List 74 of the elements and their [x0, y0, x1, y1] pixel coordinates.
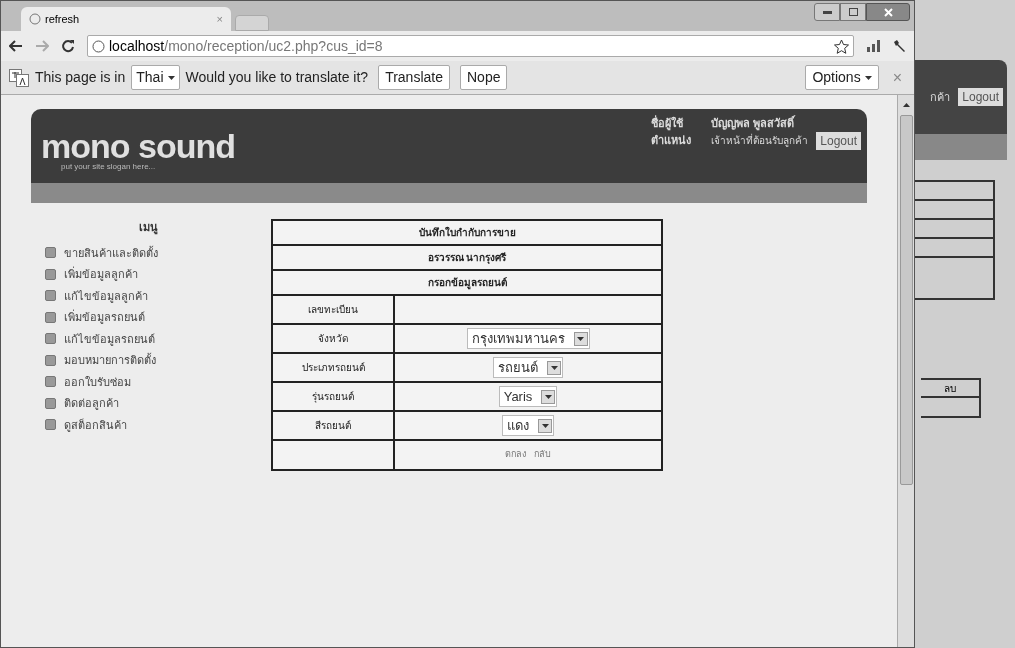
tab-title: refresh	[45, 11, 81, 27]
caret-icon	[573, 331, 588, 346]
form-heading: อรวรรณ นากรุงศรี	[273, 246, 661, 271]
star-icon[interactable]	[834, 38, 849, 54]
bullet-icon	[45, 376, 56, 388]
bullet-icon	[45, 397, 56, 409]
globe-icon	[29, 13, 41, 25]
maximize-icon	[848, 8, 858, 16]
logout-button[interactable]: Logout	[816, 131, 861, 150]
translate-bar-button[interactable]: Nope	[460, 65, 508, 90]
menu-item[interactable]: ดูสต็อกสินค้า	[45, 416, 251, 433]
language-dropdown[interactable]: Thai	[131, 65, 180, 90]
field-label: เลขทะเบียน	[273, 296, 395, 323]
caret-icon	[541, 389, 556, 404]
bullet-icon	[45, 290, 56, 302]
user-name: บัญญพล พูลสวัสดิ์	[711, 115, 797, 132]
header-text: กค้า	[930, 89, 951, 105]
column-header: ลบ	[921, 380, 979, 398]
url-host: localhost	[109, 36, 165, 56]
globe-icon	[92, 39, 105, 53]
wrench-icon[interactable]	[892, 39, 906, 53]
bullet-icon	[45, 419, 56, 431]
close-button[interactable]	[866, 3, 910, 21]
user-label: ชื่อผู้ใช้	[651, 115, 685, 132]
translate-prompt: This page is in	[35, 68, 126, 87]
menu-item[interactable]: เพิ่มข้อมูลลูกค้า	[45, 266, 251, 283]
form-heading: กรอกข้อมูลรถยนต์	[273, 271, 661, 296]
menu-item[interactable]: แก้ไขข้อมูลรถยนต์	[45, 330, 251, 347]
maximize-button[interactable]	[840, 3, 866, 21]
minimize-icon	[822, 10, 832, 14]
user-role: เจ้าหน้าที่ต้อนรับลูกค้า	[711, 133, 809, 148]
caret-icon	[167, 75, 175, 80]
bullet-icon	[45, 268, 56, 280]
options-button[interactable]: Options	[805, 65, 879, 90]
menu-item[interactable]: แก้ไขข้อมูลลูกค้า	[45, 287, 251, 304]
form-heading: บันทึกใบกำกับการขาย	[273, 221, 661, 246]
translate-icon	[9, 68, 29, 87]
dropdown[interactable]: กรุงเทพมหานคร	[466, 327, 590, 350]
bullet-icon	[45, 311, 56, 323]
reload-icon[interactable]	[61, 39, 75, 53]
menu-item[interactable]: มอบหมายการติดตั้ง	[45, 352, 251, 369]
form-link[interactable]: กลับ	[534, 448, 551, 462]
address-bar[interactable]: localhost/mono/reception/uc2.php?cus_id=8	[87, 35, 854, 57]
scroll-up-icon[interactable]	[902, 103, 910, 107]
minimize-button[interactable]	[814, 3, 840, 21]
menu-title: เมนู	[137, 220, 159, 236]
dropdown[interactable]: แดง	[502, 414, 554, 437]
dropdown[interactable]: รถยนต์	[493, 356, 563, 379]
role-label: ตำแหน่ง	[651, 133, 692, 149]
field-label: สีรถยนต์	[273, 412, 395, 439]
bullet-icon	[45, 333, 56, 345]
caret-icon	[864, 75, 872, 80]
close-icon	[883, 7, 893, 17]
site-logo: mono sound	[41, 131, 235, 161]
caret-icon	[547, 360, 561, 375]
translate-bar-button[interactable]: Translate	[378, 65, 450, 90]
bullet-icon	[45, 247, 56, 259]
field-label: ประเภทรถยนต์	[273, 354, 395, 381]
bullet-icon	[45, 354, 56, 366]
field-label: รุ่นรถยนต์	[273, 383, 395, 410]
browser-tab[interactable]: refresh ×	[21, 7, 231, 31]
form-link[interactable]: ตกลง	[505, 448, 526, 462]
back-icon[interactable]	[9, 40, 23, 52]
translate-question: Would you like to translate it?	[185, 68, 369, 87]
site-slogan: put your site slogan here...	[60, 161, 157, 173]
signal-bars-icon[interactable]	[866, 40, 880, 52]
field-label: จังหวัด	[273, 325, 395, 352]
menu-item[interactable]: ติดต่อลูกค้า	[45, 395, 251, 412]
menu-item[interactable]: ขายสินค้าและติดตั้ง	[45, 244, 251, 261]
url-path: /mono/reception/uc2.php?cus_id=8	[164, 36, 383, 56]
menu-item[interactable]: ออกใบรับซ่อม	[45, 373, 251, 390]
menu-item[interactable]: เพิ่มข้อมูลรถยนต์	[45, 309, 251, 326]
caret-icon	[538, 418, 552, 433]
dropdown[interactable]: Yaris	[498, 385, 558, 408]
